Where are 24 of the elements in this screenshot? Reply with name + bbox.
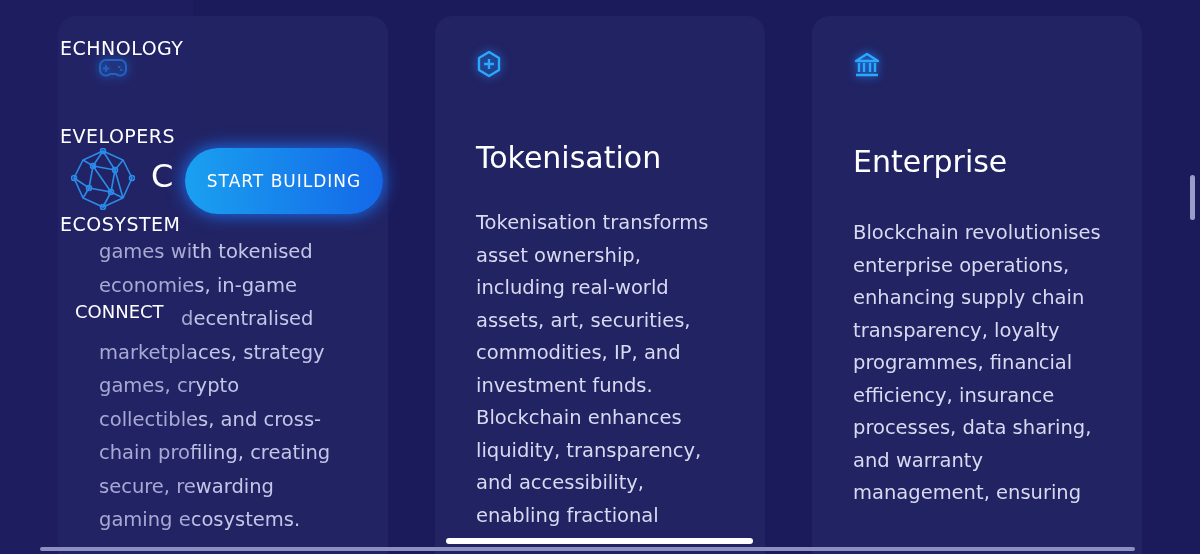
card-text-line: collectibles, and cross-: [99, 406, 322, 433]
scroll-bar: [1190, 175, 1195, 220]
card-title: Enterprise: [853, 144, 1009, 179]
card-text-line: decentralised: [181, 306, 314, 332]
start-building-button[interactable]: START BUILDING: [185, 148, 383, 214]
hexagon-plus-icon: [476, 50, 502, 78]
logo-text: C: [151, 157, 177, 195]
menu-item[interactable]: CONNECT: [75, 301, 164, 322]
card-text-line: chain profiling, creating: [99, 440, 331, 466]
menu-item[interactable]: ECHNOLOGY: [60, 37, 184, 59]
menu-item[interactable]: ECOSYSTEM: [60, 213, 181, 235]
card-text-line: games, crypto: [99, 373, 240, 399]
card-text: Blockchain revolutionises enterprise operations, enhancing supply chain transparency, loyalty programmes, financial efficiency, insurance processes, data sharing, and warranty management, ensuring: [853, 220, 1102, 506]
card-text-line: economies, in-game: [99, 272, 298, 299]
network-logo-icon: [71, 148, 135, 210]
card-text-line: secure, rewarding: [99, 473, 274, 500]
card-text-line: games with tokenised: [99, 239, 313, 265]
card-title: Tokenisation: [476, 140, 663, 175]
menu-item[interactable]: EVELOPERS: [60, 125, 176, 147]
card-text-line: marketplaces, strategy: [99, 339, 325, 366]
card-text: Tokenisation transforms asset ownership, including real-world assets, art, securities, commodities, IP, and investment funds. Blockchain enhances liquidity, transparency, and accessibility, enabling fractional: [476, 210, 710, 529]
bank-icon: [853, 52, 881, 78]
card-text-line: gaming ecosystems.: [99, 507, 301, 533]
gamepad-icon: [99, 58, 127, 78]
